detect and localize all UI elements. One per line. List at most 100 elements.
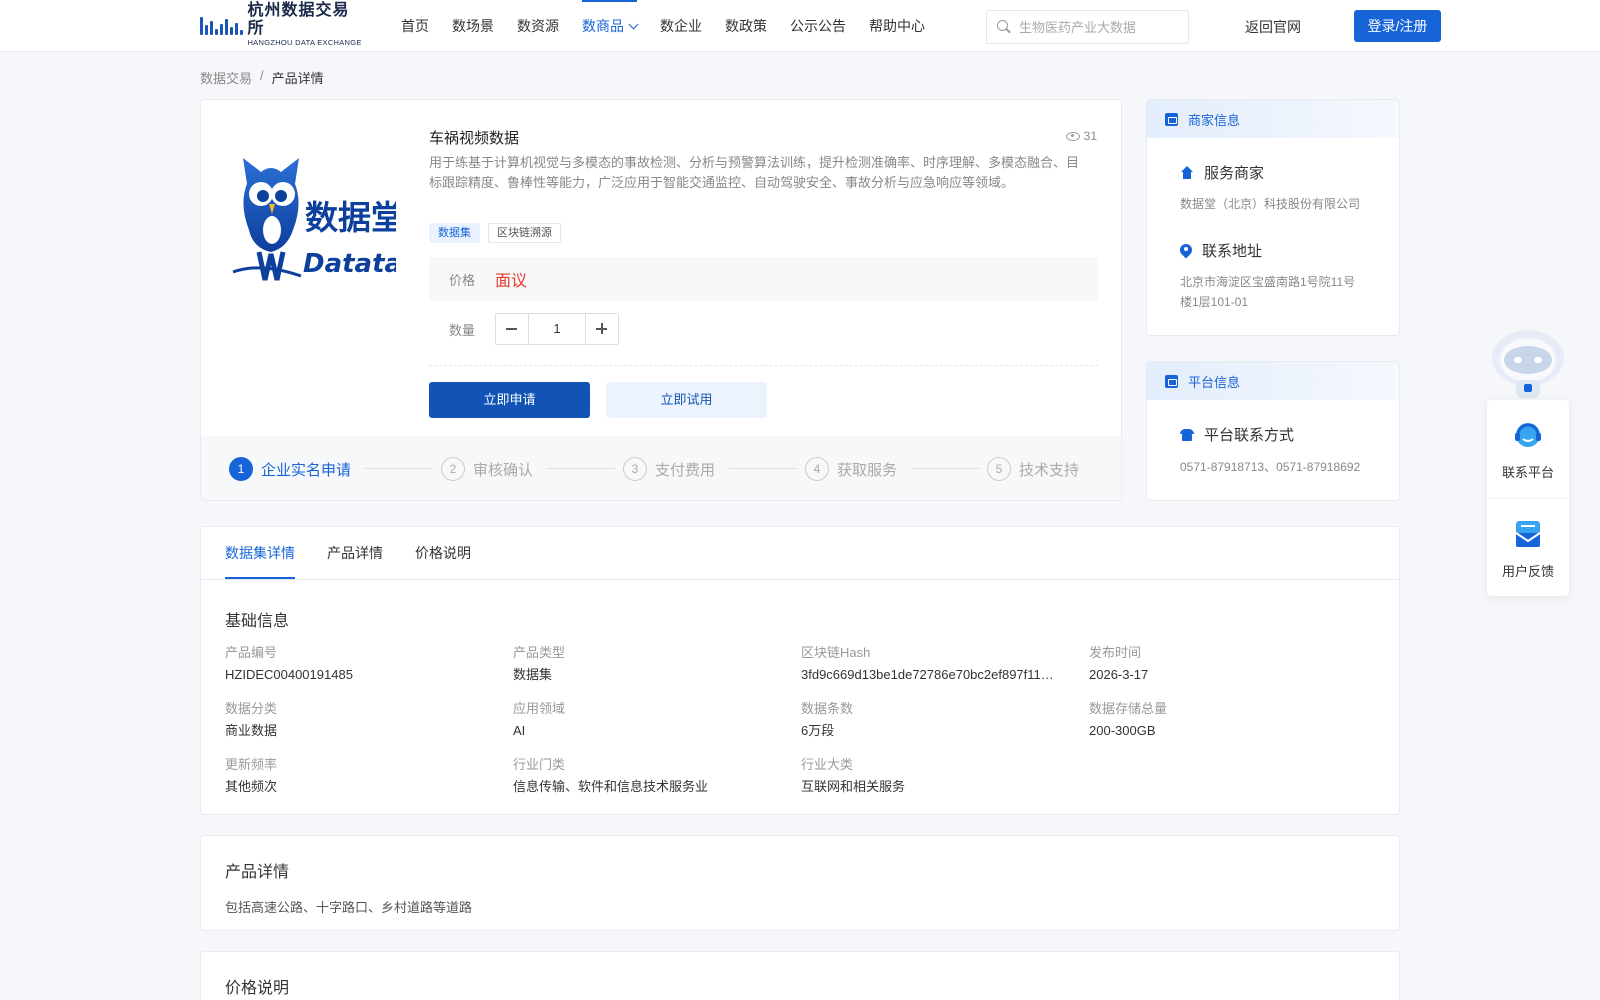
nav-resources[interactable]: 数资源 — [517, 0, 559, 52]
info-value: 数据集 — [513, 667, 553, 682]
location-pin-icon — [1180, 244, 1192, 258]
try-now-button[interactable]: 立即试用 — [606, 382, 767, 418]
feedback-mail-icon — [1515, 521, 1541, 547]
shop-icon — [1165, 112, 1178, 126]
step-connector — [547, 468, 615, 469]
product-detail-title: 产品详情 — [225, 864, 290, 881]
step-connector — [729, 468, 797, 469]
info-value: 3fd9c669d13be1de72786e70bc2ef897f11… — [801, 667, 1054, 682]
info-publish-date: 发布时间 2026-3-17 — [1089, 644, 1364, 684]
tab-dataset-details[interactable]: 数据集详情 — [225, 527, 295, 579]
nav-policies[interactable]: 数政策 — [725, 0, 767, 52]
quantity-input[interactable]: 1 — [528, 314, 587, 344]
search-input[interactable] — [1019, 19, 1179, 35]
platform-contact-title: 平台联系方式 — [1204, 427, 1295, 444]
nav-scenes[interactable]: 数场景 — [452, 0, 494, 52]
quantity-label: 数量 — [449, 322, 476, 338]
minus-button[interactable] — [496, 314, 529, 344]
info-value: 商业数据 — [225, 723, 278, 738]
breadcrumb-separator: / — [260, 68, 264, 83]
breadcrumb: 数据交易 / 产品详情 — [200, 68, 324, 87]
login-register-button[interactable]: 登录/注册 — [1354, 10, 1441, 42]
platform-info-card: 平台信息 平台联系方式 0571-87918713、0571-87918692 — [1146, 361, 1400, 501]
logo-en-text: HANGZHOU DATA EXCHANGE — [247, 38, 362, 47]
dashed-divider — [429, 365, 1098, 366]
logo-cn-glyphs: 数据堂 — [305, 198, 396, 237]
info-storage-size: 数据存储总量 200-300GB — [1089, 700, 1364, 740]
merchant-name: 数据堂（北京）科技股份有限公司 — [1180, 197, 1361, 211]
nav-home[interactable]: 首页 — [401, 0, 429, 52]
info-record-count: 数据条数 6万段 — [801, 700, 1076, 740]
nav-products[interactable]: 数商品 — [582, 0, 639, 52]
search-icon[interactable] — [997, 20, 1011, 34]
contact-platform-item[interactable]: 联系平台 — [1487, 400, 1569, 498]
price-label: 价格 — [449, 272, 476, 288]
step-label: 企业实名申请 — [261, 461, 352, 479]
info-label: 数据分类 — [225, 701, 278, 716]
quantity-row: 数量 1 — [429, 313, 1098, 345]
datatang-owl-logo: 数据堂 Datatang — [232, 158, 396, 281]
address-section: 联系地址 — [1180, 240, 1262, 261]
price-value: 面议 — [495, 273, 528, 290]
apply-now-button[interactable]: 立即申请 — [429, 382, 590, 418]
breadcrumb-current: 产品详情 — [271, 71, 324, 86]
eye-icon — [1065, 131, 1080, 141]
info-label: 行业门类 — [513, 757, 566, 772]
dataset-details-card: 数据集详情 产品详情 价格说明 基础信息 产品编号 HZIDEC00400191… — [200, 526, 1400, 815]
tab-product-details[interactable]: 产品详情 — [327, 527, 383, 579]
info-application-field: 应用领域 AI — [513, 700, 788, 740]
step-label: 支付费用 — [655, 461, 716, 479]
step-2: 2 审核确认 — [441, 457, 533, 481]
product-title: 车祸视频数据 — [429, 130, 520, 147]
nav-products-label: 数商品 — [582, 18, 624, 34]
info-value: 其他频次 — [225, 779, 278, 794]
step-connector — [911, 468, 979, 469]
info-industry-sector: 行业门类 信息传输、软件和信息技术服务业 — [513, 756, 788, 796]
info-value: AI — [513, 723, 526, 738]
logo-en-glyphs: Datatang — [303, 249, 396, 279]
plus-button[interactable] — [586, 314, 619, 344]
nav-enterprises[interactable]: 数企业 — [660, 0, 702, 52]
step-number: 1 — [229, 457, 253, 481]
info-label: 数据条数 — [801, 701, 854, 716]
merchant-info-card: 商家信息 服务商家 数据堂（北京）科技股份有限公司 联系地址 北京市海淀区宝盛南… — [1146, 99, 1400, 336]
address-title: 联系地址 — [1202, 243, 1263, 260]
step-4: 4 获取服务 — [805, 457, 897, 481]
info-value: 200-300GB — [1089, 723, 1156, 738]
view-count: 31 — [1065, 129, 1097, 143]
step-label: 审核确认 — [473, 461, 534, 479]
breadcrumb-data-trade[interactable]: 数据交易 — [200, 68, 252, 87]
headset-icon — [1515, 423, 1541, 447]
platform-contact-section: 平台联系方式 — [1180, 424, 1294, 445]
nav-help[interactable]: 帮助中心 — [869, 0, 925, 52]
info-label: 区块链Hash — [801, 645, 871, 660]
back-to-official-link[interactable]: 返回官网 — [1245, 17, 1301, 37]
robot-assistant-icon[interactable] — [1488, 324, 1568, 400]
price-notes-card: 价格说明 — [200, 951, 1400, 1000]
step-3: 3 支付费用 — [623, 457, 715, 481]
tab-price-notes[interactable]: 价格说明 — [415, 527, 471, 579]
product-card: 数据堂 Datatang 车祸视频数据 31 用于练基于计算机视觉与多模态的事故… — [200, 99, 1122, 501]
step-number: 4 — [805, 457, 829, 481]
info-product-type: 产品类型 数据集 — [513, 644, 788, 684]
tag-blockchain: 区块链溯源 — [488, 223, 561, 243]
service-merchant-section: 服务商家 — [1180, 162, 1264, 183]
info-label: 更新频率 — [225, 757, 278, 772]
site-logo[interactable]: 杭州数据交易所 HANGZHOU DATA EXCHANGE — [200, 2, 365, 47]
logo-cn-text: 杭州数据交易所 — [247, 2, 350, 37]
merchant-info-title: 商家信息 — [1188, 112, 1241, 128]
user-feedback-item[interactable]: 用户反馈 — [1487, 498, 1569, 596]
platform-phones: 0571-87918713、0571-87918692 — [1180, 460, 1361, 474]
merchant-info-header: 商家信息 — [1147, 100, 1399, 138]
step-1: 1 企业实名申请 — [229, 457, 351, 481]
product-tags: 数据集 区块链溯源 — [429, 223, 569, 243]
process-steps: 1 企业实名申请 2 审核确认 3 支付费用 4 获取服务 5 技术支持 — [201, 436, 1121, 500]
chevron-down-icon — [628, 19, 639, 30]
info-value: 信息传输、软件和信息技术服务业 — [513, 779, 709, 794]
info-label: 发布时间 — [1089, 645, 1142, 660]
price-row: 价格 面议 — [429, 257, 1098, 301]
logo-bars-icon — [200, 11, 243, 39]
price-notes-title: 价格说明 — [225, 980, 290, 997]
step-number: 3 — [623, 457, 647, 481]
nav-announcements[interactable]: 公示公告 — [790, 0, 846, 52]
